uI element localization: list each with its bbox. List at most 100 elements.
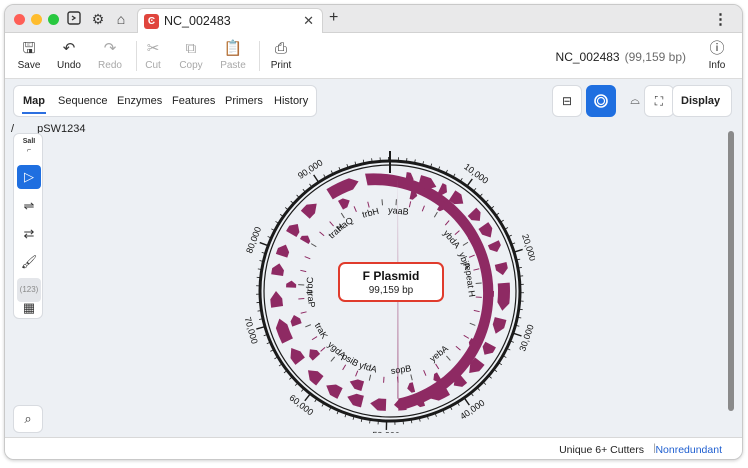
feature-tick — [408, 201, 412, 208]
search-icon[interactable]: ⌕ — [13, 405, 43, 433]
map-tick — [336, 411, 339, 415]
feature-tick — [444, 220, 450, 226]
feature-arrow — [417, 175, 437, 190]
plasmid-center-label[interactable]: F Plasmid 99,159 bp — [338, 262, 444, 302]
feature-arrow — [494, 261, 508, 276]
feature-arrow — [437, 183, 447, 196]
print-button[interactable]: ⎙ Print — [261, 39, 301, 71]
feature-tick — [396, 376, 399, 383]
display-dropdown[interactable]: Display ⌄ — [672, 85, 732, 137]
feature-tick — [381, 199, 384, 206]
feature-tick — [469, 322, 476, 326]
tab-primers[interactable]: Primers — [225, 86, 263, 116]
map-tick — [290, 200, 294, 204]
feature-arrow — [497, 282, 510, 311]
map-tick — [309, 183, 312, 187]
feature-tick — [473, 309, 480, 313]
map-tick — [435, 413, 437, 417]
tab-enzymes[interactable]: Enzymes — [117, 86, 162, 116]
feature-arrow — [478, 222, 493, 238]
minimize-window-button[interactable] — [31, 14, 42, 25]
redundancy-mode-link[interactable]: Nonredundant — [655, 444, 722, 456]
map-tick — [323, 174, 326, 178]
gear-icon[interactable]: ⚙ — [89, 10, 107, 28]
tick-label: 60,000 — [287, 393, 315, 418]
more-menu-icon[interactable]: ⋮ — [713, 10, 728, 28]
tick-label: 90,000 — [296, 157, 325, 180]
tab-map[interactable]: Map — [22, 86, 46, 116]
document-tab[interactable]: Ͼ NC_002483 ✕ — [137, 8, 323, 34]
map-tick — [514, 248, 523, 253]
main-toolbar: 🖫 Save ↶ Undo ↷ Redo ✂ Cut ⧉ Copy 📋 Past… — [5, 33, 742, 79]
map-tick — [485, 199, 489, 203]
feature-arrow — [326, 384, 343, 399]
save-button[interactable]: 🖫 Save — [9, 39, 49, 71]
feature-arrow — [349, 379, 365, 391]
info-button[interactable]: ⓘ Info — [697, 39, 737, 71]
feature-label: yaaB — [388, 205, 409, 217]
map-tick — [284, 207, 288, 210]
align-icon[interactable]: ⇌ — [17, 194, 41, 218]
feature-tick — [300, 269, 307, 273]
tab-sequence[interactable]: Sequence — [58, 86, 108, 116]
feature-tick — [353, 206, 357, 213]
feature-tick — [410, 374, 413, 381]
feature-tick — [300, 311, 307, 314]
feature-arrow — [290, 314, 302, 327]
feature-label: repeat H — [462, 262, 477, 298]
feature-tick — [305, 324, 312, 328]
map-tick — [518, 267, 522, 269]
map-tick — [259, 260, 263, 262]
map-tick — [266, 342, 270, 345]
close-window-button[interactable] — [14, 14, 25, 25]
feature-tick — [304, 256, 311, 260]
paste-button[interactable]: 📋 Paste — [213, 39, 253, 71]
feature-arrow — [433, 372, 442, 383]
zoom-window-button[interactable] — [48, 14, 59, 25]
enzyme-site-button[interactable]: SalI ⌐ — [17, 137, 41, 161]
sidebar-toggle-icon[interactable] — [65, 10, 83, 28]
tick-label: 40,000 — [458, 398, 486, 422]
enzyme-set-label[interactable]: Unique 6+ Cutters — [559, 444, 644, 456]
redo-button[interactable]: ↷ Redo — [90, 39, 130, 71]
cut-button[interactable]: ✂ Cut — [133, 39, 173, 71]
feature-tick — [433, 211, 438, 218]
feature-tick — [462, 241, 469, 246]
map-tick — [338, 166, 341, 171]
feature-tool-icon[interactable]: ▷ — [17, 165, 41, 189]
map-tick — [438, 166, 441, 170]
map-tick — [330, 170, 333, 174]
tab-features[interactable]: Features — [172, 86, 215, 116]
map-tick — [344, 414, 347, 418]
vertical-scrollbar[interactable] — [728, 131, 734, 411]
circular-view-icon[interactable] — [586, 85, 616, 117]
brush-icon[interactable]: 🖌 — [17, 250, 41, 274]
map-tick — [503, 355, 507, 358]
undo-button[interactable]: ↶ Undo — [49, 39, 89, 71]
map-tick — [278, 364, 282, 367]
map-tick — [314, 399, 317, 403]
map-tick — [505, 227, 509, 230]
map-tick — [279, 213, 283, 217]
copy-button[interactable]: ⧉ Copy — [171, 39, 211, 71]
new-tab-icon[interactable]: + — [329, 9, 338, 27]
tab-history[interactable]: History — [274, 86, 308, 116]
map-tick — [496, 212, 500, 216]
tick-label: 20,000 — [520, 233, 535, 262]
feature-arrow — [326, 178, 359, 200]
grid-icon[interactable]: ▦ — [17, 296, 41, 320]
fit-view-icon[interactable]: ⛶ — [644, 85, 674, 117]
linear-view-icon[interactable]: ⊟ — [552, 85, 582, 117]
close-tab-icon[interactable]: ✕ — [303, 13, 314, 29]
feature-label: sopB — [390, 363, 412, 376]
feature-tick — [454, 230, 460, 235]
feature-tick — [342, 364, 347, 371]
home-icon[interactable]: ⌂ — [112, 10, 130, 28]
map-tick — [483, 382, 487, 385]
feature-arrow — [309, 349, 321, 361]
redo-icon: ↷ — [103, 40, 117, 57]
feature-tick — [446, 355, 451, 361]
swap-direction-icon[interactable]: ⇄ — [17, 222, 41, 246]
feature-arrow — [299, 235, 311, 244]
feature-arrow — [347, 393, 364, 408]
